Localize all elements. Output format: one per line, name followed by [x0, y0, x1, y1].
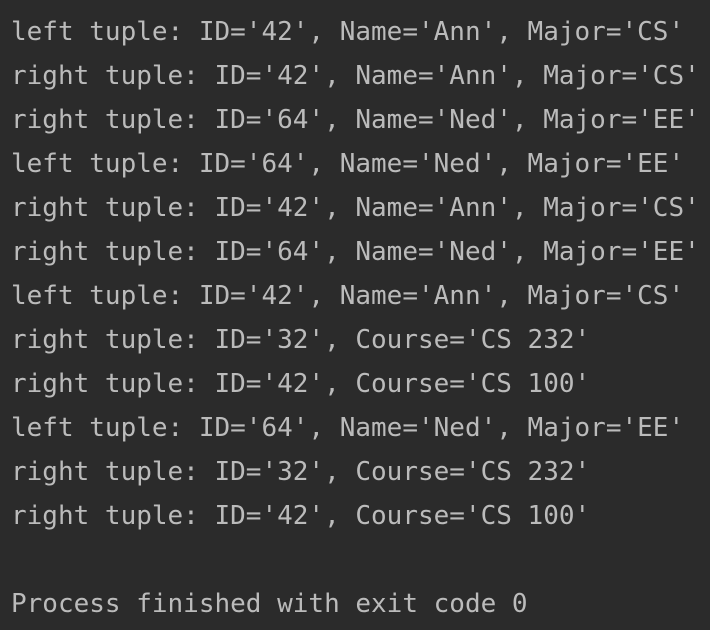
- console-line: left tuple: ID='42', Name='Ann', Major='…: [11, 281, 685, 311]
- console-line: left tuple: ID='64', Name='Ned', Major='…: [11, 149, 685, 179]
- console-line: right tuple: ID='42', Course='CS 100': [11, 501, 591, 531]
- console-line: right tuple: ID='32', Course='CS 232': [11, 457, 591, 487]
- console-line: left tuple: ID='42', Name='Ann', Major='…: [11, 17, 685, 47]
- console-line: right tuple: ID='42', Name='Ann', Major=…: [11, 193, 700, 223]
- console-line: right tuple: ID='42', Name='Ann', Major=…: [11, 61, 700, 91]
- console-line: right tuple: ID='64', Name='Ned', Major=…: [11, 105, 700, 135]
- console-line: right tuple: ID='64', Name='Ned', Major=…: [11, 237, 700, 267]
- console-output[interactable]: left tuple: ID='42', Name='Ann', Major='…: [0, 0, 710, 630]
- console-line: left tuple: ID='64', Name='Ned', Major='…: [11, 413, 685, 443]
- process-exit-message: Process finished with exit code 0: [11, 589, 528, 619]
- console-line: right tuple: ID='32', Course='CS 232': [11, 325, 591, 355]
- console-line: right tuple: ID='42', Course='CS 100': [11, 369, 591, 399]
